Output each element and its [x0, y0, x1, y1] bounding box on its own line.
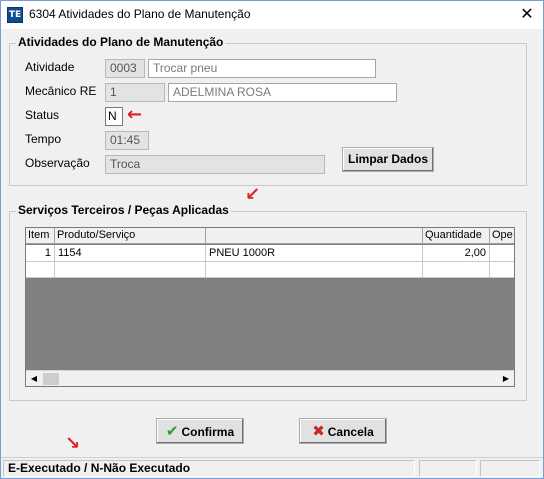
red-arrow-icon: ↘	[65, 433, 81, 454]
activity-group-title: Atividades do Plano de Manutenção	[16, 35, 226, 49]
horizontal-scrollbar[interactable]: ◀ ▶	[26, 370, 514, 386]
scroll-thumb[interactable]	[43, 373, 59, 385]
items-grid[interactable]: Item Produto/Serviço Quantidade Ope 1 11…	[25, 227, 515, 387]
red-arrow-icon: ←	[127, 104, 143, 125]
cell-empty	[206, 262, 423, 278]
x-icon: ✖	[312, 422, 325, 440]
mecanico-code-field[interactable]: 1	[105, 83, 165, 102]
cell-ope	[490, 245, 514, 262]
atividade-label: Atividade	[25, 60, 75, 74]
red-arrow-icon: ↙	[245, 184, 261, 205]
mecanico-label: Mecânico RE	[25, 84, 97, 98]
close-button[interactable]: ✕	[511, 1, 543, 29]
confirma-label: Confirma	[181, 425, 235, 439]
status-text: E-Executado / N-Não Executado	[3, 460, 415, 477]
column-header-descricao[interactable]	[206, 228, 423, 244]
cancela-label: Cancela	[327, 425, 374, 439]
cell-quantidade: 2,00	[423, 245, 490, 262]
status-label: Status	[25, 108, 60, 122]
cell-item: 1	[26, 245, 55, 262]
empty-row[interactable]	[26, 262, 514, 278]
column-header-item[interactable]: Item	[26, 228, 55, 244]
confirma-button[interactable]: ✔ Confirma	[156, 418, 244, 444]
limpar-dados-button[interactable]: Limpar Dados	[342, 147, 434, 172]
cancela-button[interactable]: ✖ Cancela	[299, 418, 387, 444]
column-header-quantidade[interactable]: Quantidade	[423, 228, 490, 244]
mecanico-name-field[interactable]: ADELMINA ROSA	[168, 83, 397, 102]
observacao-field[interactable]: Troca	[105, 155, 325, 174]
cell-descricao: PNEU 1000R	[206, 245, 423, 262]
atividade-code-field[interactable]: 0003	[105, 59, 145, 78]
atividade-desc-field[interactable]: Trocar pneu	[148, 59, 376, 78]
app-icon: TE	[7, 7, 23, 23]
cell-empty	[26, 262, 55, 278]
column-header-produto[interactable]: Produto/Serviço	[55, 228, 206, 244]
observacao-label: Observação	[25, 156, 90, 170]
column-header-ope[interactable]: Ope	[490, 228, 514, 244]
table-row[interactable]: 1 1154 PNEU 1000R 2,00	[26, 245, 514, 262]
status-pane-3	[480, 460, 540, 477]
title-bar: TE 6304 Atividades do Plano de Manutençã…	[1, 1, 543, 29]
scroll-right-icon[interactable]: ▶	[498, 371, 514, 386]
services-group-title: Serviços Terceiros / Peças Aplicadas	[16, 203, 231, 217]
status-field[interactable]: N	[105, 107, 123, 126]
cell-empty	[423, 262, 490, 278]
cell-empty	[55, 262, 206, 278]
cell-empty	[490, 262, 514, 278]
grid-header: Item Produto/Serviço Quantidade Ope	[26, 228, 514, 244]
tempo-label: Tempo	[25, 132, 62, 146]
cell-produto: 1154	[55, 245, 206, 262]
status-bar: E-Executado / N-Não Executado	[1, 457, 543, 478]
check-icon: ✔	[165, 422, 179, 440]
dialog-window: TE 6304 Atividades do Plano de Manutençã…	[0, 0, 544, 479]
tempo-field[interactable]: 01:45	[105, 131, 149, 150]
window-title: 6304 Atividades do Plano de Manutenção	[29, 7, 251, 21]
status-pane-2	[419, 460, 477, 477]
scroll-left-icon[interactable]: ◀	[26, 371, 42, 386]
